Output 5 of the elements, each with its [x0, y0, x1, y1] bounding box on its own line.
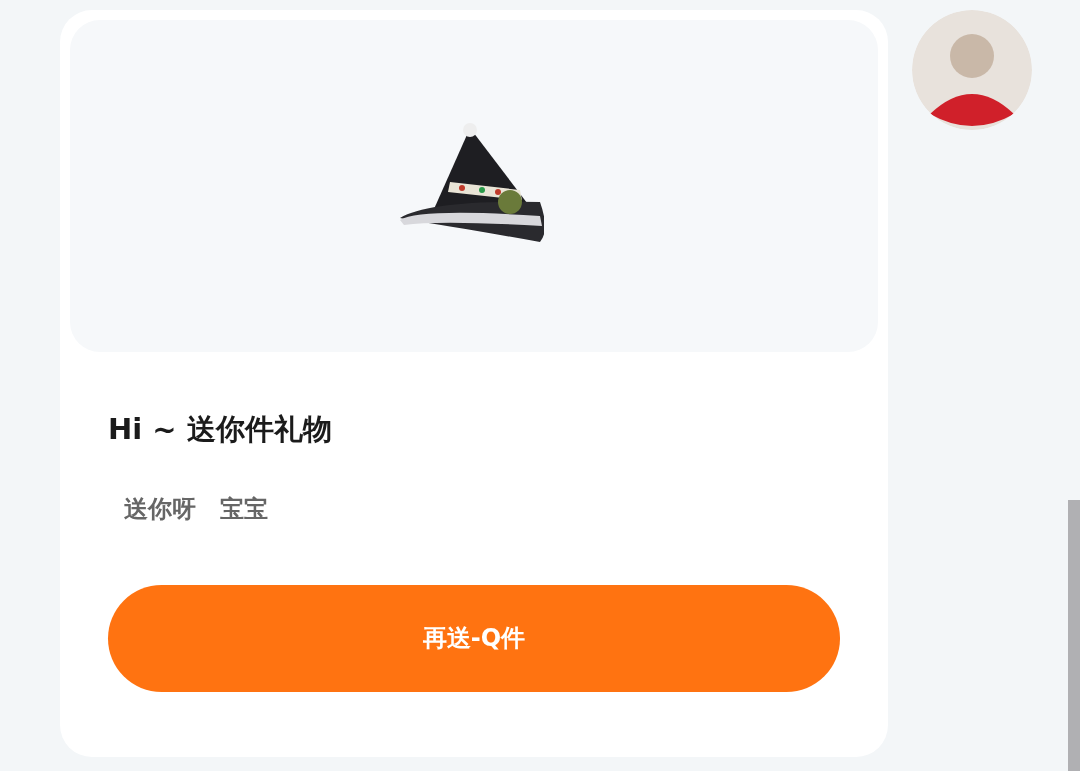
- gift-message: 送你呀 宝宝: [124, 493, 269, 525]
- avatar[interactable]: [912, 10, 1032, 130]
- send-again-button[interactable]: 再送-Q件: [108, 584, 840, 692]
- scrollbar[interactable]: [1068, 500, 1080, 771]
- gift-title: Hi ~ 送你件礼物: [108, 412, 333, 447]
